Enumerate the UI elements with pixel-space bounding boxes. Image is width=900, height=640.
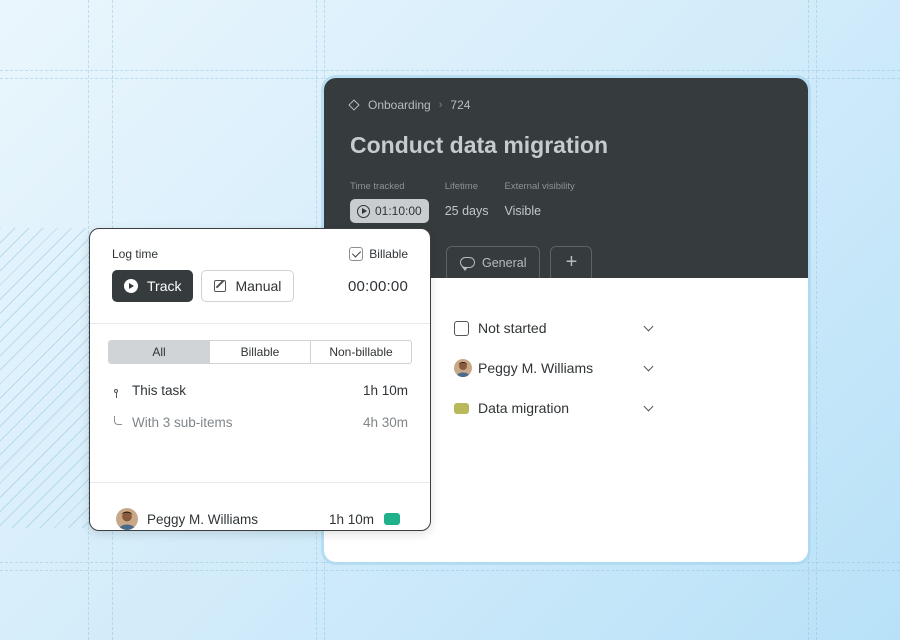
billable-label: Billable — [369, 247, 408, 261]
key-icon — [114, 389, 118, 398]
add-tab-button[interactable]: + — [550, 246, 593, 278]
meta-label: External visibility — [504, 181, 575, 192]
play-circle-icon — [357, 204, 370, 218]
lifetime-value: 25 days — [444, 204, 489, 218]
billable-checkbox[interactable]: Billable — [349, 247, 408, 261]
billable-filter: All Billable Non-billable — [108, 340, 412, 364]
log-time-actions: Track Manual 00:00:00 — [112, 270, 408, 302]
tag-color-swatch — [454, 402, 469, 414]
checkbox-icon[interactable] — [454, 320, 469, 336]
this-task-row: This task 1h 10m — [114, 374, 408, 406]
task-title[interactable]: Conduct data migration — [350, 132, 782, 159]
user-tag-swatch — [384, 513, 400, 525]
log-time-popover: Log time Billable Track Manual 00:00:00 … — [89, 228, 431, 531]
breadcrumb-id[interactable]: 724 — [450, 98, 470, 112]
field-status[interactable]: Not started — [454, 308, 654, 348]
field-assignee[interactable]: Peggy M. Williams — [454, 348, 654, 388]
breadcrumb: Onboarding › 724 — [348, 98, 782, 112]
manual-label: Manual — [235, 278, 282, 294]
log-time-header: Log time Billable Track Manual 00:00:00 — [90, 229, 430, 324]
meta-external-visibility: External visibility Visible — [505, 181, 575, 223]
assignee-value: Peggy M. Williams — [478, 360, 594, 376]
filter-billable[interactable]: Billable — [209, 341, 310, 363]
chevron-down-icon[interactable] — [643, 361, 654, 371]
sub-items-value: 4h 30m — [362, 414, 408, 430]
chevron-down-icon[interactable] — [643, 401, 654, 411]
breadcrumb-project[interactable]: Onboarding — [368, 98, 431, 112]
meta-label: Time tracked — [350, 181, 405, 192]
task-fields: Not started Peggy M. Williams Data migra… — [454, 308, 654, 428]
task-meta: Time tracked 01:10:00 Lifetime 25 days E… — [350, 181, 782, 223]
manual-button[interactable]: Manual — [201, 270, 295, 302]
sub-items-row: With 3 sub-items 4h 30m — [114, 406, 408, 438]
tab-general[interactable]: General — [446, 246, 541, 278]
tag-value: Data migration — [478, 400, 570, 416]
user-time: 1h 10m — [328, 511, 374, 527]
play-icon — [124, 279, 138, 293]
visibility-value[interactable]: Visible — [505, 199, 575, 223]
time-tracked-pill[interactable]: 01:10:00 — [350, 199, 429, 223]
sub-items-label: With 3 sub-items — [132, 414, 233, 430]
filter-non-billable[interactable]: Non-billable — [310, 341, 411, 363]
this-task-label: This task — [132, 382, 187, 398]
this-task-value: 1h 10m — [362, 382, 408, 398]
plus-icon: + — [565, 251, 578, 273]
diamond-icon — [348, 99, 360, 111]
meta-time-tracked: Time tracked 01:10:00 — [350, 181, 429, 223]
meta-lifetime: Lifetime 25 days — [445, 181, 489, 223]
track-button[interactable]: Track — [112, 270, 194, 302]
meta-label: Lifetime — [444, 181, 478, 192]
status-value: Not started — [478, 320, 547, 336]
tab-general-label: General — [482, 255, 527, 270]
checkmark-icon[interactable] — [349, 247, 364, 261]
user-name: Peggy M. Williams — [147, 511, 259, 527]
avatar — [454, 359, 472, 377]
task-tabs: General + — [446, 246, 593, 278]
time-tracked-value: 01:10:00 — [375, 204, 422, 218]
filter-all[interactable]: All — [109, 341, 209, 363]
background-hatch — [0, 228, 100, 528]
edit-icon — [214, 280, 227, 292]
avatar — [116, 508, 138, 530]
chevron-down-icon[interactable] — [643, 321, 654, 331]
timer-display: 00:00:00 — [348, 277, 408, 295]
branch-icon — [114, 416, 122, 425]
user-time-row[interactable]: Peggy M. Williams 1h 10m — [90, 483, 430, 555]
field-tag[interactable]: Data migration — [454, 388, 654, 428]
comment-icon — [460, 257, 475, 271]
chevron-right-icon: › — [438, 99, 443, 111]
time-summary: This task 1h 10m With 3 sub-items 4h 30m — [90, 364, 430, 483]
track-label: Track — [147, 278, 182, 294]
